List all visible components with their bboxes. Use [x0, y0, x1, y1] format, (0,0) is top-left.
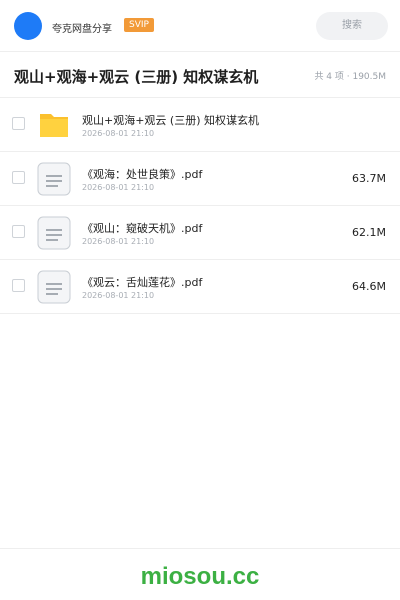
item-size: 62.1M: [352, 226, 386, 239]
app-name: 夸克网盘分享: [52, 24, 112, 35]
pdf-file-icon: [37, 270, 71, 304]
footer: miosou.cc: [0, 548, 400, 600]
page-title: 观山+观海+观云 (三册) 知权谋玄机: [14, 68, 259, 86]
item-date: 2026-08-01 21:10: [82, 291, 155, 300]
item-checkbox[interactable]: [12, 117, 25, 130]
item-name: 观山+观海+观云 (三册) 知权谋玄机: [82, 114, 260, 127]
item-date: 2026-08-01 21:10: [82, 237, 155, 246]
item-date: 2026-08-01 21:10: [82, 129, 155, 138]
item-name: 《观海：处世良策》.pdf: [82, 168, 203, 181]
item-name: 《观云：舌灿莲花》.pdf: [82, 276, 203, 289]
avatar[interactable]: [14, 12, 42, 40]
list-item[interactable]: 《观山：窥破天机》.pdf 2026-08-01 21:10 62.1M: [0, 206, 400, 260]
list-item[interactable]: 观山+观海+观云 (三册) 知权谋玄机 2026-08-01 21:10: [0, 98, 400, 152]
item-size: 63.7M: [352, 172, 386, 185]
item-summary: 共 4 项 · 190.5M: [314, 72, 386, 82]
folder-header: 观山+观海+观云 (三册) 知权谋玄机 共 4 项 · 190.5M: [0, 52, 400, 98]
folder-icon: [40, 114, 68, 137]
item-checkbox[interactable]: [12, 171, 25, 184]
item-name: 《观山：窥破天机》.pdf: [82, 222, 203, 235]
file-list: 观山+观海+观云 (三册) 知权谋玄机 2026-08-01 21:10 《观海…: [0, 98, 400, 314]
list-item[interactable]: 《观云：舌灿莲花》.pdf 2026-08-01 21:10 64.6M: [0, 260, 400, 314]
item-date: 2026-08-01 21:10: [82, 183, 155, 192]
pdf-file-icon: [37, 162, 71, 196]
list-item[interactable]: 《观海：处世良策》.pdf 2026-08-01 21:10 63.7M: [0, 152, 400, 206]
search-input[interactable]: 搜索: [316, 12, 388, 40]
item-checkbox[interactable]: [12, 279, 25, 292]
item-checkbox[interactable]: [12, 225, 25, 238]
pdf-file-icon: [37, 216, 71, 250]
top-bar: 夸克网盘分享 SVIP 搜索: [0, 0, 400, 52]
watermark: miosou.cc: [140, 563, 260, 590]
item-size: 64.6M: [352, 280, 386, 293]
svip-badge[interactable]: SVIP: [124, 18, 154, 32]
